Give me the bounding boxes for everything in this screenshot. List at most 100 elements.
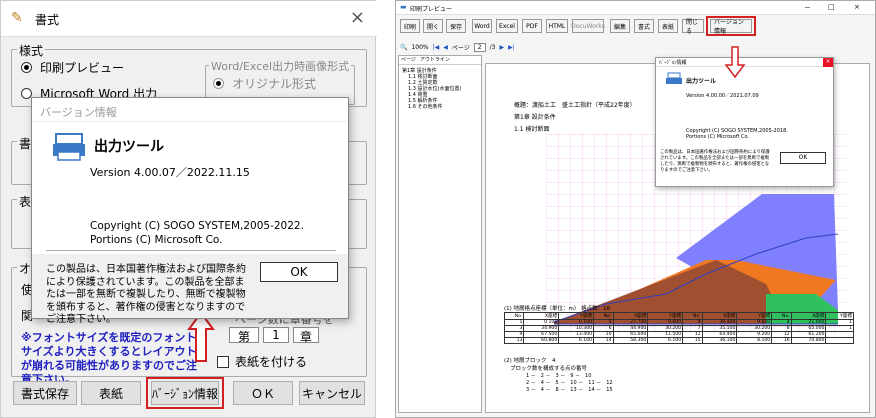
toolbar-format-button[interactable]: 書式: [634, 19, 654, 33]
radio-dot-checked: [21, 62, 32, 73]
checkbox-box: [217, 355, 229, 368]
table-cell: 6.100: [647, 337, 684, 344]
table-cell: 6.100: [558, 337, 595, 344]
tab-outline[interactable]: アウトライン: [420, 56, 450, 64]
version-dialog-body: 出力ツール Version 4.00.07／2022.11.15 Copyrig…: [32, 122, 348, 250]
radio-print-preview-label: 印刷プレビュー: [40, 61, 125, 75]
highlight-box: [146, 377, 224, 409]
table-cell: 8.100: [736, 337, 773, 344]
table-header-cell: Y座標: [825, 312, 854, 320]
doc-title: 概題：渡船土工 盛土工指針（平成22年度）: [514, 102, 636, 109]
zoom-icon[interactable]: 🔍: [400, 44, 407, 51]
toolbar-print-button[interactable]: 印刷: [400, 19, 420, 33]
table-header-cell: No.: [771, 312, 792, 320]
minimize-icon[interactable]: －: [804, 3, 811, 13]
table-header-cell: No.: [682, 312, 703, 320]
mini-close-icon[interactable]: ×: [823, 58, 833, 67]
toolbar-excel-button[interactable]: Excel: [496, 19, 518, 33]
block-row: 2 － 4 － 5 － 10 － 11 － 12: [526, 380, 613, 386]
coordinate-table: No. X座標 Y座標 No. X座標 Y座標 No. X座標 Y座標 No. X座標 Y座標 1 0.1…: [503, 312, 854, 344]
chapter-number-input[interactable]: 1: [263, 327, 289, 343]
mini-notice: この製品は、日本国著作権法および国際条約により保護されています。この製品を全部ま…: [660, 150, 770, 173]
table-cell: [825, 337, 854, 344]
radio-dot-checked: [213, 78, 224, 89]
doc-section-heading: 1.1 検討断面: [514, 126, 550, 133]
app-icon: ▬: [400, 3, 407, 11]
toolbar-close-button[interactable]: 閉じる: [682, 19, 704, 35]
table-cell: 58.300: [612, 337, 649, 344]
toolbar-word-button[interactable]: Word: [472, 19, 492, 33]
style-group-label: 様式: [17, 42, 46, 59]
table-cell: 60.800: [523, 337, 560, 344]
page-total: /3: [489, 43, 496, 51]
radio-original-format[interactable]: オリジナル形式: [213, 75, 316, 92]
format-dialog-title: 書式: [35, 13, 60, 27]
format-dialog: ✎ 書式 × 様式 印刷プレビュー Microsoft Word 出力 Word…: [0, 0, 377, 418]
toolbar-edit-button[interactable]: 編集: [610, 19, 630, 33]
version-info-dialog: バージョン情報 出力ツール Version 4.00.07／2022.11.15…: [31, 97, 349, 325]
radio-print-preview[interactable]: 印刷プレビュー: [21, 59, 124, 76]
table-cell: 15: [682, 337, 703, 344]
block-caption: (2) 地層ブロック 4: [504, 358, 556, 364]
table-header-row: No. X座標 Y座標 No. X座標 Y座標 No. X座標 Y座標 No. X座標 Y座標: [503, 312, 854, 320]
table-header-cell: X座標: [523, 312, 560, 320]
highlight-box: [706, 16, 756, 36]
table-cell: 36.100: [701, 337, 738, 344]
table-header-cell: Y座標: [558, 312, 595, 320]
zoom-level[interactable]: 100%: [411, 44, 428, 51]
first-page-icon[interactable]: |◀: [433, 44, 440, 51]
cover-button[interactable]: 表紙: [81, 381, 141, 405]
printer-icon: [53, 133, 85, 161]
toolbar-pdf-button[interactable]: PDF: [522, 19, 542, 33]
toolbar-cover-button[interactable]: 表紙: [658, 19, 678, 33]
doc-chapter-heading: 第1章 設計条件: [514, 114, 556, 121]
next-page-icon[interactable]: ▶: [499, 44, 504, 51]
tab-page[interactable]: ページ: [401, 56, 416, 64]
table-header-cell: X座標: [612, 312, 649, 320]
last-page-icon[interactable]: ▶|: [508, 44, 515, 51]
table-header-cell: X座標: [790, 312, 827, 320]
cover-checkbox[interactable]: 表紙を付ける: [217, 353, 307, 370]
toolbar-docuworks-button: DocuWorks: [571, 19, 605, 33]
close-icon[interactable]: ×: [854, 3, 860, 11]
outline-item[interactable]: 1.6 その他条件: [408, 103, 443, 110]
version-number: Version 4.00.07／2022.11.15: [90, 166, 250, 179]
arrow-down-icon: [724, 46, 746, 79]
version-dialog-footer: この製品は、日本国著作権法および国際条約により保護されています。この製品を全部ま…: [32, 254, 348, 325]
version-ok-button[interactable]: OK: [260, 262, 338, 282]
mini-ok-button[interactable]: OK: [780, 152, 826, 164]
outline-pane: ページ アウトライン 第1章 設計条件 1.1 検討断面 1.2 土質定数 1.…: [398, 55, 482, 413]
chapter-prefix: 第: [229, 327, 259, 344]
chapter-suffix: 章: [293, 327, 319, 344]
toolbar-html-button[interactable]: HTML: [546, 19, 568, 33]
table-cell: 14: [593, 337, 614, 344]
ok-button[interactable]: ＯＫ: [233, 381, 293, 405]
radio-original-label: オリジナル形式: [232, 77, 317, 91]
image-format-group-label: Word/Excel出力時画像形式: [209, 58, 352, 74]
table-header-cell: No.: [593, 312, 614, 320]
block-row: 3 － 4 － 8 － 13 － 14 － 15: [526, 387, 613, 393]
toolbar-save-button[interactable]: 保存: [446, 19, 466, 33]
toolbar-open-button[interactable]: 開く: [423, 19, 443, 33]
block-row: 1 － 2 － 3 － 9 － 10: [526, 373, 592, 379]
preview-titlebar: ▬ 印刷プレビュー － □ ×: [396, 1, 875, 15]
maximize-icon[interactable]: □: [828, 3, 835, 11]
table-row: 13 60.800 6.100 14 58.300 6.100 15 36.100 8.100 1…: [503, 337, 854, 344]
table-header-cell: Y座標: [647, 312, 684, 320]
table-cell: 70.800: [790, 337, 827, 344]
outline-tabs: ページ アウトライン: [399, 56, 481, 65]
close-icon[interactable]: ×: [350, 7, 365, 28]
printer-icon: [666, 72, 682, 84]
page-label: ページ: [451, 44, 470, 52]
table-cell: 13: [503, 337, 525, 344]
table-header-cell: Y座標: [736, 312, 773, 320]
save-format-button[interactable]: 書式保存: [13, 381, 77, 405]
mini-version: Version 4.00.00／2021.07.09: [686, 93, 759, 99]
version-copyright-2: Portions (C) Microsoft Co.: [90, 234, 223, 246]
cancel-button[interactable]: キャンセル: [299, 381, 365, 405]
mini-app-name: 出力ツール: [686, 78, 717, 85]
table-header-cell: No.: [503, 312, 525, 320]
prev-page-icon[interactable]: ◀: [443, 44, 448, 51]
print-preview-window: ▬ 印刷プレビュー － □ × 印刷 開く 保存 Word Excel PDF …: [395, 0, 876, 418]
page-input[interactable]: 2: [473, 42, 486, 52]
